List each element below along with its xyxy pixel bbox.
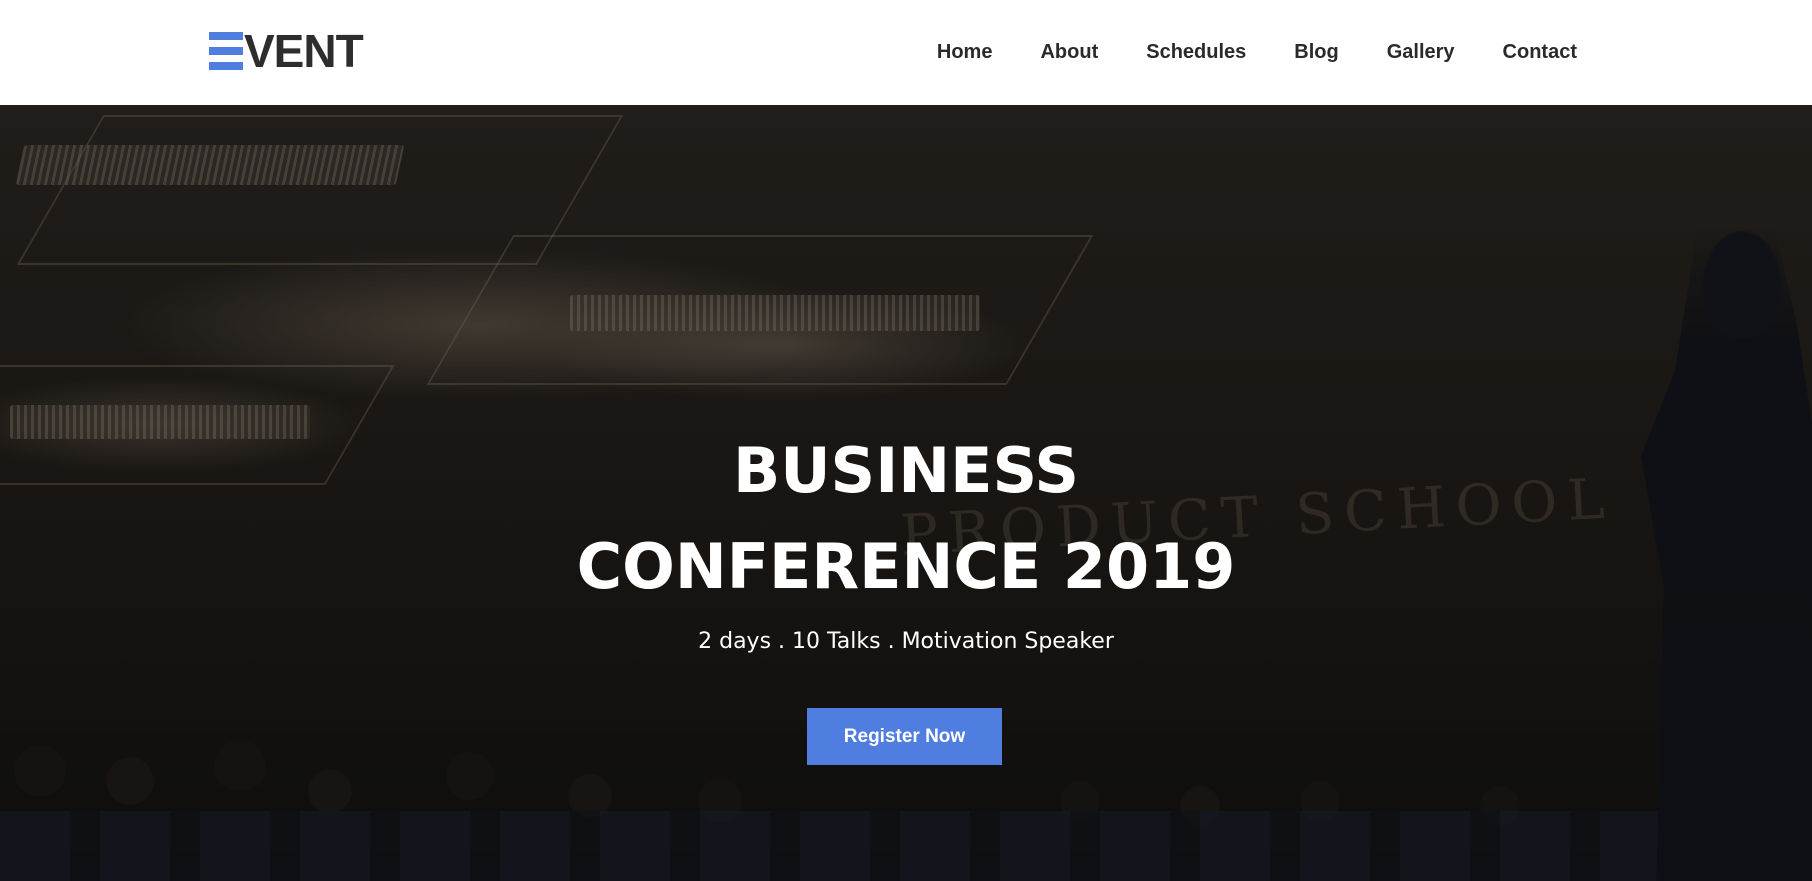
hero-title-line-2: CONFERENCE 2019 — [576, 530, 1236, 603]
hero-section: PRODUCT SCHOOL BUSINESS CONFERENCE 2019 … — [0, 105, 1812, 881]
nav-item-about[interactable]: About — [1016, 41, 1122, 64]
nav-item-blog[interactable]: Blog — [1270, 41, 1362, 64]
register-now-button[interactable]: Register Now — [807, 708, 1002, 765]
logo-e-mark-icon — [209, 32, 243, 70]
hero-title: BUSINESS CONFERENCE 2019 — [0, 423, 1812, 615]
hero-content: BUSINESS CONFERENCE 2019 2 days . 10 Tal… — [0, 105, 1812, 881]
nav-item-contact[interactable]: Contact — [1479, 41, 1577, 64]
site-header: VENT Home About Schedules Blog Gallery C… — [0, 0, 1812, 105]
hero-title-line-1: BUSINESS — [732, 434, 1080, 507]
main-nav: Home About Schedules Blog Gallery Contac… — [913, 0, 1577, 105]
site-logo[interactable]: VENT — [209, 25, 364, 77]
logo-text: VENT — [244, 25, 364, 77]
nav-item-home[interactable]: Home — [913, 41, 1017, 64]
nav-item-gallery[interactable]: Gallery — [1363, 41, 1479, 64]
nav-item-schedules[interactable]: Schedules — [1122, 41, 1270, 64]
hero-subtitle: 2 days . 10 Talks . Motivation Speaker — [698, 629, 1114, 654]
